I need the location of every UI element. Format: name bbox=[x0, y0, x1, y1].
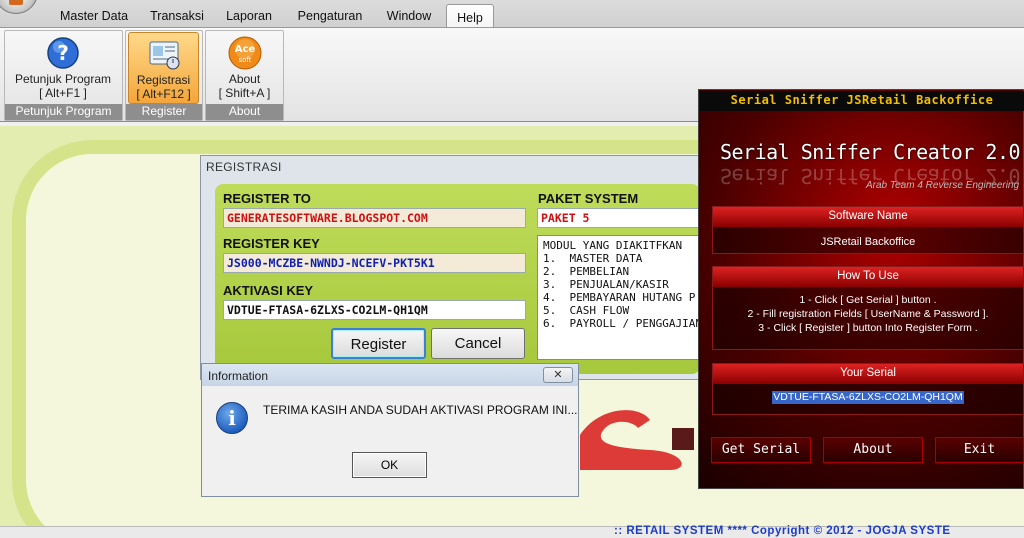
paket-system-label: PAKET SYSTEM bbox=[538, 191, 639, 206]
how-to-step: 2 - Fill registration Fields [ UserName … bbox=[747, 308, 989, 320]
how-to-use-panel: How To Use 1 - Click [ Get Serial ] butt… bbox=[712, 266, 1024, 350]
info-icon: i bbox=[216, 402, 248, 434]
registration-icon bbox=[149, 41, 179, 70]
keygen-about-button[interactable]: About bbox=[823, 437, 923, 463]
aktivasi-key-label: AKTIVASI KEY bbox=[223, 283, 314, 298]
software-name-label: Software Name bbox=[713, 207, 1023, 227]
exit-button[interactable]: Exit bbox=[935, 437, 1024, 463]
how-to-step: 1 - Click [ Get Serial ] button . bbox=[799, 294, 937, 306]
menu-laporan[interactable]: Laporan bbox=[218, 6, 280, 28]
information-message: TERIMA KASIH ANDA SUDAH AKTIVASI PROGRAM… bbox=[263, 403, 578, 417]
about-shortcut: [ Shift+A ] bbox=[218, 86, 271, 100]
register-button[interactable]: Register bbox=[331, 328, 426, 359]
module-item: 6. PAYROLL / PENGGAJIAN bbox=[543, 317, 700, 330]
about-button[interactable]: Ace soft About [ Shift+A ] bbox=[208, 32, 281, 104]
register-key-field[interactable]: JS000-MCZBE-NWNDJ-NCEFV-PKT5K1 bbox=[223, 253, 526, 273]
get-serial-button[interactable]: Get Serial bbox=[711, 437, 811, 463]
register-to-label: REGISTER TO bbox=[223, 191, 311, 206]
registrasi-button[interactable]: Registrasi [ Alt+F12 ] bbox=[128, 32, 199, 104]
svg-text:Ace: Ace bbox=[234, 44, 255, 55]
about-label: About bbox=[228, 72, 261, 86]
module-item: 2. PEMBELIAN bbox=[543, 265, 630, 278]
module-item: 4. PEMBAYARAN HUTANG P bbox=[543, 291, 696, 304]
your-serial-label: Your Serial bbox=[713, 364, 1023, 384]
petunjuk-shortcut: [ Alt+F1 ] bbox=[39, 86, 87, 100]
ribbon-group-label: Petunjuk Program bbox=[5, 104, 122, 120]
software-name-value: JSRetail Backoffice bbox=[820, 236, 916, 248]
register-key-label: REGISTER KEY bbox=[223, 236, 320, 251]
how-to-step: 3 - Click [ Register ] button Into Regis… bbox=[758, 322, 978, 334]
close-icon[interactable]: ✕ bbox=[543, 367, 573, 383]
cancel-button[interactable]: Cancel bbox=[431, 328, 525, 359]
registrasi-label: Registrasi bbox=[136, 73, 191, 87]
petunjuk-label: Petunjuk Program bbox=[14, 72, 112, 86]
menu-master-data[interactable]: Master Data bbox=[52, 6, 136, 28]
module-list-header: MODUL YANG DIAKITFKAN bbox=[543, 239, 683, 252]
paket-system-field[interactable]: PAKET 5 bbox=[537, 208, 700, 228]
serial-output[interactable]: VDTUE-FTASA-6ZLXS-CO2LM-QH1QM bbox=[772, 391, 964, 404]
menu-window[interactable]: Window bbox=[378, 6, 440, 28]
keygen-subtitle: Arab Team 4 Reverse Engineering bbox=[866, 180, 1020, 191]
keygen-banner: Serial Sniffer JSRetail Backoffice bbox=[700, 91, 1024, 111]
registrasi-shortcut: [ Alt+F12 ] bbox=[136, 87, 191, 101]
menu-pengaturan[interactable]: Pengaturan bbox=[288, 6, 372, 28]
software-name-panel: Software Name JSRetail Backoffice bbox=[712, 206, 1024, 254]
aktivasi-key-field[interactable]: VDTUE-FTASA-6ZLXS-CO2LM-QH1QM bbox=[223, 300, 526, 320]
petunjuk-program-button[interactable]: ? Petunjuk Program [ Alt+F1 ] bbox=[8, 32, 118, 104]
module-item: 3. PENJUALAN/KASIR bbox=[543, 278, 669, 291]
ribbon-group-label: Register bbox=[126, 104, 202, 120]
register-to-field[interactable]: GENERATESOFTWARE.BLOGSPOT.COM bbox=[223, 208, 526, 228]
ribbon-group-label: About bbox=[206, 104, 283, 120]
menu-transaksi[interactable]: Transaksi bbox=[142, 6, 212, 28]
information-dialog-title: Information bbox=[208, 369, 269, 383]
svg-text:soft: soft bbox=[238, 56, 251, 64]
footer-copyright: :: RETAIL SYSTEM **** Copyright © 2012 -… bbox=[614, 525, 951, 537]
registrasi-title: REGISTRASI bbox=[206, 160, 282, 174]
ok-button[interactable]: OK bbox=[352, 452, 427, 478]
module-list: MODUL YANG DIAKITFKAN 1. MASTER DATA 2. PE… bbox=[537, 235, 700, 360]
app-logo-icon bbox=[9, 0, 23, 5]
svg-text:?: ? bbox=[57, 41, 69, 65]
ace-logo-icon: Ace soft bbox=[228, 36, 261, 70]
your-serial-panel: Your Serial VDTUE-FTASA-6ZLXS-CO2LM-QH1Q… bbox=[712, 363, 1024, 415]
keygen-title: Serial Sniffer Creator 2.0 bbox=[719, 140, 1021, 164]
module-item: 1. MASTER DATA bbox=[543, 252, 643, 265]
how-to-use-label: How To Use bbox=[713, 267, 1023, 287]
module-item: 5. CASH FLOW bbox=[543, 304, 630, 317]
help-icon: ? bbox=[47, 37, 79, 69]
